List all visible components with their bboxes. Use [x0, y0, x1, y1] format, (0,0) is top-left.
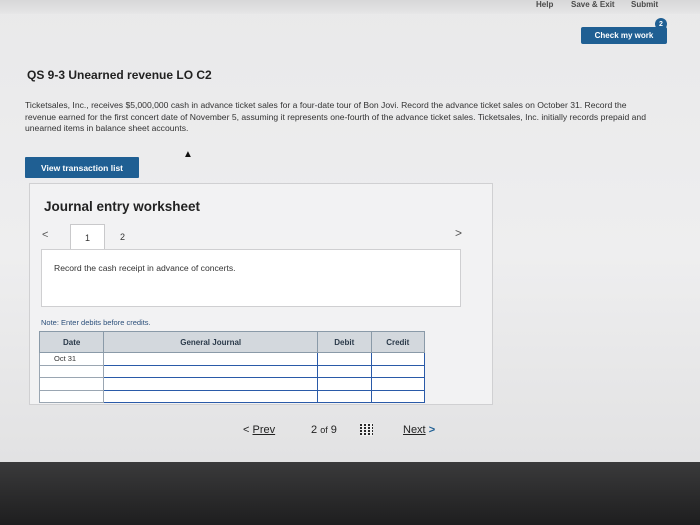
worksheet-title: Journal entry worksheet: [44, 199, 201, 214]
next-label: Next: [403, 424, 426, 436]
header-credit: Credit: [370, 331, 425, 353]
debit-input[interactable]: [317, 377, 372, 391]
credit-input[interactable]: [370, 352, 425, 366]
header-date: Date: [38, 331, 105, 353]
table-row: [38, 389, 425, 403]
prev-label: Prev: [252, 424, 276, 436]
help-link[interactable]: Help: [536, 0, 553, 9]
credit-input[interactable]: [370, 364, 425, 378]
tab-1[interactable]: 1: [70, 224, 105, 251]
header-general-journal: General Journal: [103, 331, 319, 353]
debit-input[interactable]: [317, 389, 372, 403]
view-transaction-list-button[interactable]: View transaction list: [25, 157, 139, 178]
debit-input[interactable]: [317, 352, 372, 366]
mouse-cursor-icon: ▲: [183, 149, 193, 160]
table-row: Oct 31: [38, 352, 425, 366]
table-header-row: Date General Journal Debit Credit: [38, 331, 425, 353]
note-text: Note: Enter debits before credits.: [41, 318, 151, 327]
credit-input[interactable]: [370, 389, 425, 403]
submit-link[interactable]: Submit: [631, 0, 658, 9]
prev-button[interactable]: < Prev: [243, 424, 275, 436]
debit-input[interactable]: [317, 364, 372, 378]
account-input[interactable]: [103, 389, 319, 403]
tab-2[interactable]: 2: [106, 224, 139, 250]
credit-input[interactable]: [370, 377, 425, 391]
question-title: QS 9-3 Unearned revenue LO C2: [27, 68, 212, 82]
account-input[interactable]: [103, 377, 319, 391]
save-exit-link[interactable]: Save & Exit: [571, 0, 615, 9]
attempts-badge: 2: [655, 18, 667, 30]
page-of: of: [320, 425, 328, 435]
browser-screen: Help Save & Exit Submit Check my work 2 …: [0, 0, 700, 462]
question-description: Ticketsales, Inc., receives $5,000,000 c…: [25, 100, 646, 133]
date-cell: Oct 31: [38, 352, 105, 366]
table-row: [38, 377, 425, 391]
account-input[interactable]: [103, 364, 319, 378]
next-button[interactable]: Next >: [403, 424, 435, 436]
check-my-work-button[interactable]: Check my work: [581, 27, 667, 44]
chevron-left-icon: <: [243, 424, 250, 436]
chevron-right-icon: >: [428, 424, 436, 436]
instruction-text: Record the cash receipt in advance of co…: [54, 263, 236, 273]
header-debit: Debit: [317, 331, 372, 353]
page-indicator: 2 of 9: [311, 424, 337, 436]
chevron-left-icon[interactable]: <: [42, 229, 48, 241]
journal-table: Date General Journal Debit Credit Oct 31: [38, 331, 425, 403]
account-input[interactable]: [103, 352, 319, 366]
instruction-box: Record the cash receipt in advance of co…: [41, 249, 461, 307]
table-row: [38, 364, 425, 378]
monitor-bezel: [0, 462, 700, 525]
date-cell: [38, 364, 105, 378]
page-current: 2: [311, 424, 318, 436]
grid-icon[interactable]: [360, 423, 373, 436]
top-bar: Help Save & Exit Submit: [0, 0, 700, 14]
page-total: 9: [330, 424, 337, 436]
chevron-right-icon[interactable]: >: [455, 226, 462, 240]
date-cell: [38, 389, 105, 403]
date-cell: [38, 377, 105, 391]
